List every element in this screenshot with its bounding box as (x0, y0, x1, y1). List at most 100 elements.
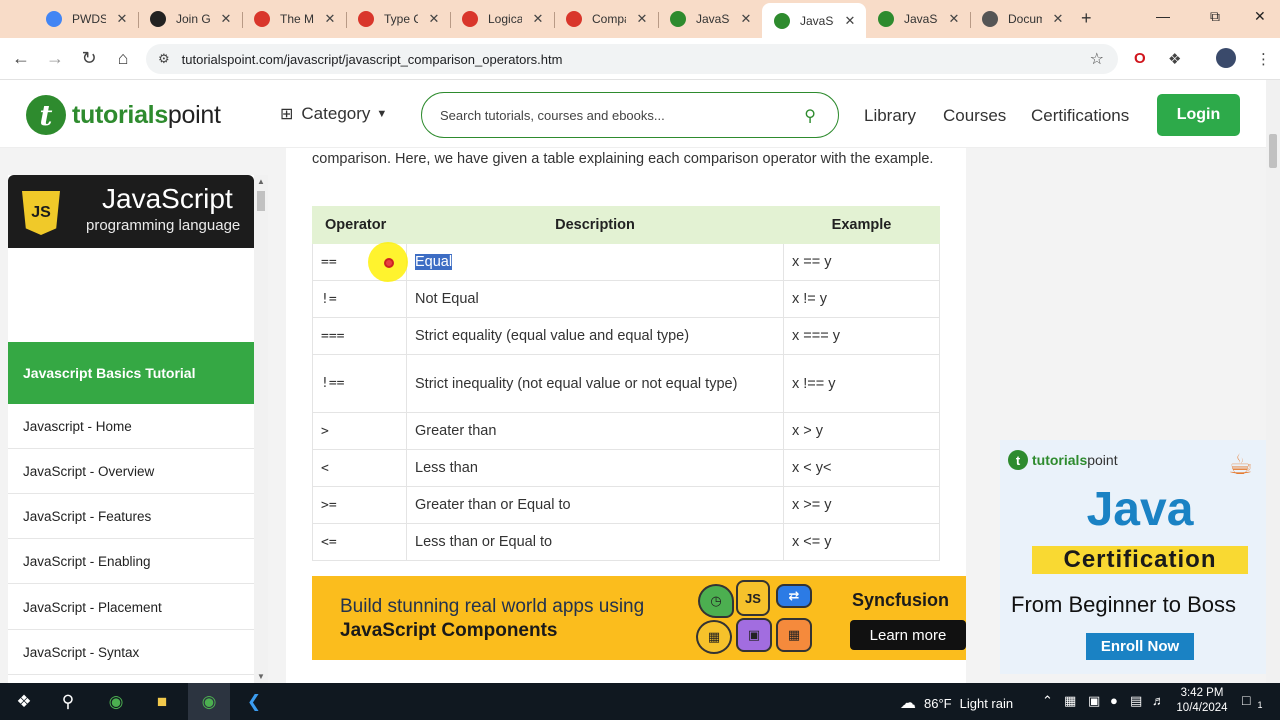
extensions-puzzle-icon[interactable]: ❖ (1168, 50, 1181, 68)
description-text: Greater than (415, 423, 497, 439)
logo-main-text: tutorials (72, 100, 168, 129)
browser-tab[interactable]: Join Gi ✕ (138, 4, 242, 34)
tab-close-icon[interactable]: ✕ (426, 11, 442, 27)
tab-label: Compa (592, 12, 626, 26)
tab-close-icon[interactable]: ✕ (738, 11, 754, 27)
close-window-button[interactable]: ✕ (1254, 8, 1266, 25)
browser-tab[interactable]: The Mc ✕ (242, 4, 346, 34)
sidebar-item[interactable]: Javascript - Home (8, 404, 254, 449)
scroll-up-arrow-icon[interactable]: ▲ (257, 177, 265, 186)
cloud-rain-icon: ☁ (900, 695, 916, 712)
enroll-now-button[interactable]: Enroll Now (1086, 633, 1194, 660)
page-scrollbar[interactable] (1266, 80, 1280, 683)
restore-button[interactable]: ⧉ (1210, 8, 1220, 25)
table-row: > Greater than x > y (312, 412, 940, 450)
reload-icon[interactable]: ↻ (78, 48, 100, 69)
tab-label: Join Gi (176, 12, 210, 26)
browser-tab[interactable]: JavaScr ✕ (762, 3, 866, 38)
sidebar-item[interactable]: JavaScript - Overview (8, 449, 254, 494)
browser-tab[interactable]: Type C ✕ (346, 4, 450, 34)
browser-tab[interactable]: Compa ✕ (554, 4, 658, 34)
browser-tab[interactable]: Docum ✕ (970, 4, 1074, 34)
chrome-active-taskbar-icon[interactable]: ◉ (197, 690, 221, 714)
site-info-icon[interactable]: ⚙ (158, 51, 170, 67)
grid-chip-icon: ▦ (776, 618, 812, 652)
tab-close-icon[interactable]: ✕ (114, 11, 130, 27)
site-search-box[interactable]: ⚲ (421, 92, 839, 138)
search-icon[interactable]: ⚲ (804, 106, 816, 126)
weather-widget[interactable]: ☁ 86°F Light rain (900, 693, 1013, 713)
tutorialspoint-icon (774, 12, 790, 29)
forward-icon[interactable]: → (44, 48, 66, 69)
tab-close-icon[interactable]: ✕ (842, 13, 858, 29)
browser-tab[interactable]: Logical ✕ (450, 4, 554, 34)
windows-start-icon[interactable]: ❖ (12, 690, 36, 714)
browser-tab[interactable]: JavaScr ✕ (658, 4, 762, 34)
tab-close-icon[interactable]: ✕ (322, 11, 338, 27)
search-input[interactable] (440, 104, 780, 126)
back-icon[interactable]: ← (10, 48, 32, 69)
bookmark-star-icon[interactable]: ☆ (1090, 49, 1104, 69)
category-dropdown[interactable]: ⊞ Category ▼ (280, 104, 387, 124)
login-button[interactable]: Login (1157, 94, 1240, 136)
chrome-taskbar-icon[interactable]: ◉ (104, 690, 128, 714)
tab-close-icon[interactable]: ✕ (634, 11, 650, 27)
description-text: Strict equality (equal value and equal t… (415, 328, 690, 344)
operator-cell: > (312, 412, 407, 450)
tray-chevron-icon[interactable]: ⌃ (1042, 693, 1053, 709)
menu-kebab-icon[interactable]: ⋮ (1256, 50, 1271, 68)
tab-close-icon[interactable]: ✕ (530, 11, 546, 27)
chevron-down-icon: ▼ (376, 108, 388, 120)
volume-icon[interactable]: ♬ (1152, 693, 1165, 708)
url-text[interactable]: tutorialspoint.com/javascript/javascript… (182, 52, 563, 67)
syncfusion-ad-banner[interactable]: Build stunning real world apps using Jav… (312, 576, 966, 660)
minimize-button[interactable]: — (1156, 8, 1170, 24)
tab-close-icon[interactable]: ✕ (946, 11, 962, 27)
file-explorer-icon[interactable]: ■ (150, 690, 174, 714)
sidebar-item[interactable]: JavaScript - Enabling (8, 539, 254, 584)
sidebar-scroll-thumb[interactable] (257, 191, 265, 211)
ad-logo-accent: point (1087, 452, 1118, 468)
learn-more-button[interactable]: Learn more (850, 620, 966, 650)
opera-extension-icon[interactable]: O (1134, 50, 1146, 67)
windows-taskbar: ❖ ⚲ ◉ ■ ◉ ❮ ☁ 86°F Light rain ⌃ ▦ ▣ ● ▤ … (0, 683, 1280, 720)
home-icon[interactable]: ⌂ (112, 48, 134, 69)
address-bar[interactable]: ⚙ tutorialspoint.com/javascript/javascri… (146, 44, 1118, 74)
new-tab-button[interactable]: + (1081, 8, 1092, 29)
java-certification-ad[interactable]: t tutorials point ☕ Java Certification Fr… (1000, 440, 1266, 674)
sidebar-item[interactable]: JavaScript - Placement (8, 585, 254, 630)
tray-meet-icon[interactable]: ▣ (1088, 693, 1100, 709)
tab-close-icon[interactable]: ✕ (218, 11, 234, 27)
system-clock[interactable]: 3:42 PM 10/4/2024 (1172, 686, 1232, 716)
tutorialspoint-logo[interactable]: t tutorialspoint (26, 95, 221, 135)
operator-cell: >= (312, 486, 407, 524)
calc-chip-icon: ▦ (696, 620, 732, 654)
tab-close-icon[interactable]: ✕ (1050, 11, 1066, 27)
network-icon[interactable]: ▤ (1130, 693, 1142, 709)
tray-app-icon[interactable]: ▦ (1064, 693, 1076, 709)
sidebar-item[interactable]: JavaScript - Features (8, 494, 254, 539)
site-header: t tutorialspoint ⊞ Category ▼ ⚲ Library … (0, 80, 1266, 148)
page-body: JS JavaScript programming language Javas… (0, 148, 1266, 683)
sidebar-section-header[interactable]: Javascript Basics Tutorial (8, 342, 254, 404)
taskbar-search-icon[interactable]: ⚲ (56, 690, 80, 714)
clock-chip-icon: ◷ (698, 584, 734, 618)
example-cell: x !== y (783, 354, 940, 413)
browser-tab-strip: + — ⧉ ✕ PWDS-✕Join Gi✕The Mc✕Type C✕Logi… (0, 0, 1280, 38)
sidebar-scrollbar[interactable]: ▲ ▼ (254, 175, 268, 683)
browser-tab[interactable]: PWDS- ✕ (34, 4, 138, 34)
nav-certifications[interactable]: Certifications (1031, 106, 1129, 126)
browser-tab[interactable]: JavaScr ✕ (866, 4, 970, 34)
profile-avatar[interactable] (1216, 48, 1236, 68)
description-text: Less than (415, 460, 478, 476)
notification-icon[interactable]: □ (1242, 692, 1250, 708)
microphone-icon[interactable]: ● (1110, 693, 1118, 708)
nav-courses[interactable]: Courses (943, 106, 1006, 126)
vscode-taskbar-icon[interactable]: ❮ (242, 690, 266, 714)
page-scroll-thumb[interactable] (1269, 134, 1277, 168)
tab-label: Logical (488, 12, 522, 26)
sidebar-item[interactable]: JavaScript - Syntax (8, 630, 254, 675)
example-cell: x < y< (783, 449, 940, 487)
nav-library[interactable]: Library (864, 106, 916, 126)
scroll-down-arrow-icon[interactable]: ▼ (257, 672, 265, 681)
